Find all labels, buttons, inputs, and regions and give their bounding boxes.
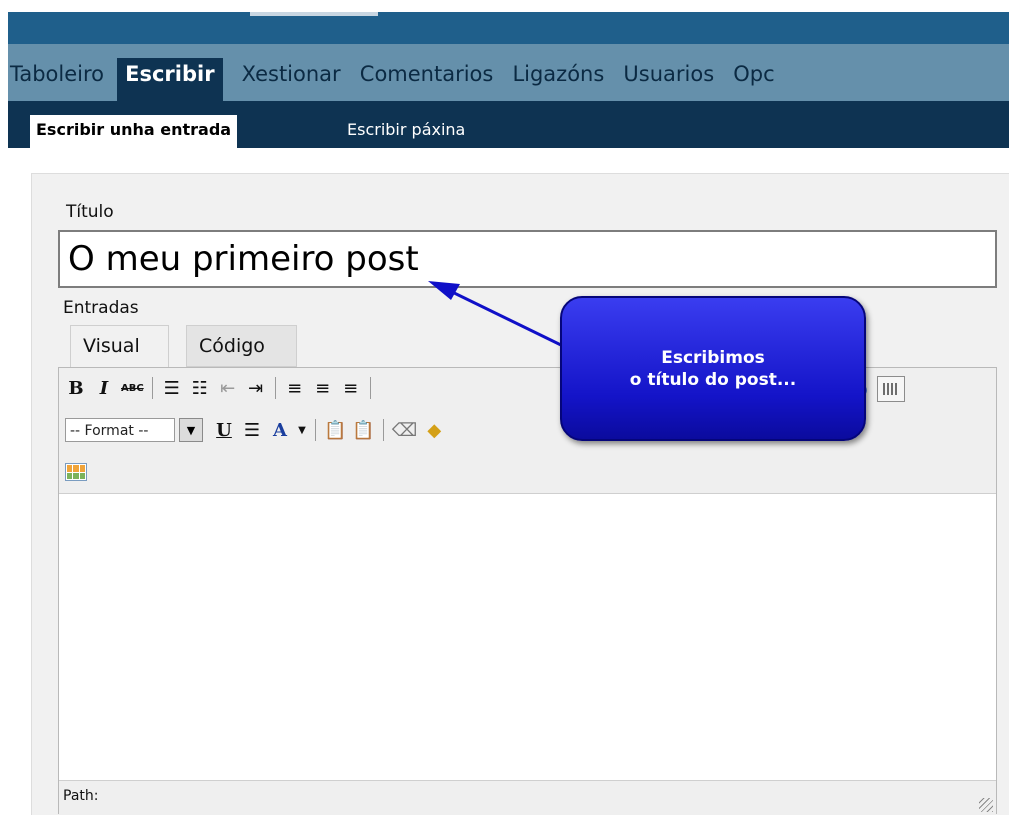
annotation-callout: Escribimos o título do post... [560,296,866,441]
nav-item-xestionar[interactable]: Xestionar [240,58,341,90]
outdent-icon[interactable]: ⇤ [217,376,239,400]
toolbar-separator [274,377,276,399]
entries-label: Entradas [63,298,139,318]
chevron-down-icon[interactable]: ▼ [297,418,307,442]
media-icon[interactable]: ◆ [423,418,445,442]
align-left-icon[interactable]: ≡ [284,376,306,400]
text-color-icon[interactable]: A [269,418,291,442]
justify-icon[interactable]: ☰ [241,418,263,442]
title-label: Título [66,202,114,222]
subtab-write-page[interactable]: Escribir páxina [341,115,471,148]
indent-icon[interactable]: ⇥ [245,376,267,400]
nav-item-usuarios[interactable]: Usuarios [621,58,714,90]
title-input[interactable]: O meu primeiro post [58,230,997,288]
strikethrough-button[interactable]: ABC [121,376,144,400]
resize-grip-icon[interactable] [979,798,993,812]
align-center-icon[interactable]: ≡ [312,376,334,400]
toolbar-separator [369,377,371,399]
nav-item-taboleiro[interactable]: Taboleiro [8,58,104,90]
format-dropdown-icon[interactable]: ▼ [179,418,203,442]
kitchen-sink-icon[interactable] [877,376,905,402]
bold-button[interactable]: B [65,376,87,400]
format-select[interactable]: -- Format -- [65,418,175,442]
nav-item-comentarios[interactable]: Comentarios [358,58,494,90]
toolbar-separator [151,377,153,399]
main-nav: Taboleiro Escribir Xestionar Comentarios… [8,44,1009,101]
nav-item-opcions[interactable]: Opc [731,58,774,90]
toolbar-separator [315,419,316,441]
align-right-icon[interactable]: ≡ [340,376,362,400]
tab-visual[interactable]: Visual [70,325,169,367]
callout-line-2: o título do post... [629,369,797,390]
paste-word-icon[interactable]: 📋 [352,418,374,442]
sub-nav: Escribir unha entrada Escribir páxina [8,101,1009,148]
tab-codigo[interactable]: Código [186,325,297,367]
nav-item-escribir[interactable]: Escribir [117,58,223,101]
editor-content-area[interactable] [59,494,996,782]
nav-item-ligazons[interactable]: Ligazóns [510,58,604,90]
admin-header [8,12,1009,44]
italic-button[interactable]: I [93,376,115,400]
toolbar-separator [382,419,384,441]
header-tab-indicator [250,12,378,16]
top-band [0,0,1009,12]
bullet-list-icon[interactable]: ☰ [161,376,183,400]
subtab-write-post[interactable]: Escribir unha entrada [30,115,238,148]
paste-text-icon[interactable]: 📋 [324,418,346,442]
underline-button[interactable]: U [213,418,235,442]
path-label: Path: [63,788,99,804]
numbered-list-icon[interactable]: ☷ [189,376,211,400]
eraser-icon[interactable]: ⌫ [392,418,417,442]
table-icon[interactable] [65,463,87,481]
callout-line-1: Escribimos [661,347,765,368]
editor-statusbar: Path: [59,780,996,815]
